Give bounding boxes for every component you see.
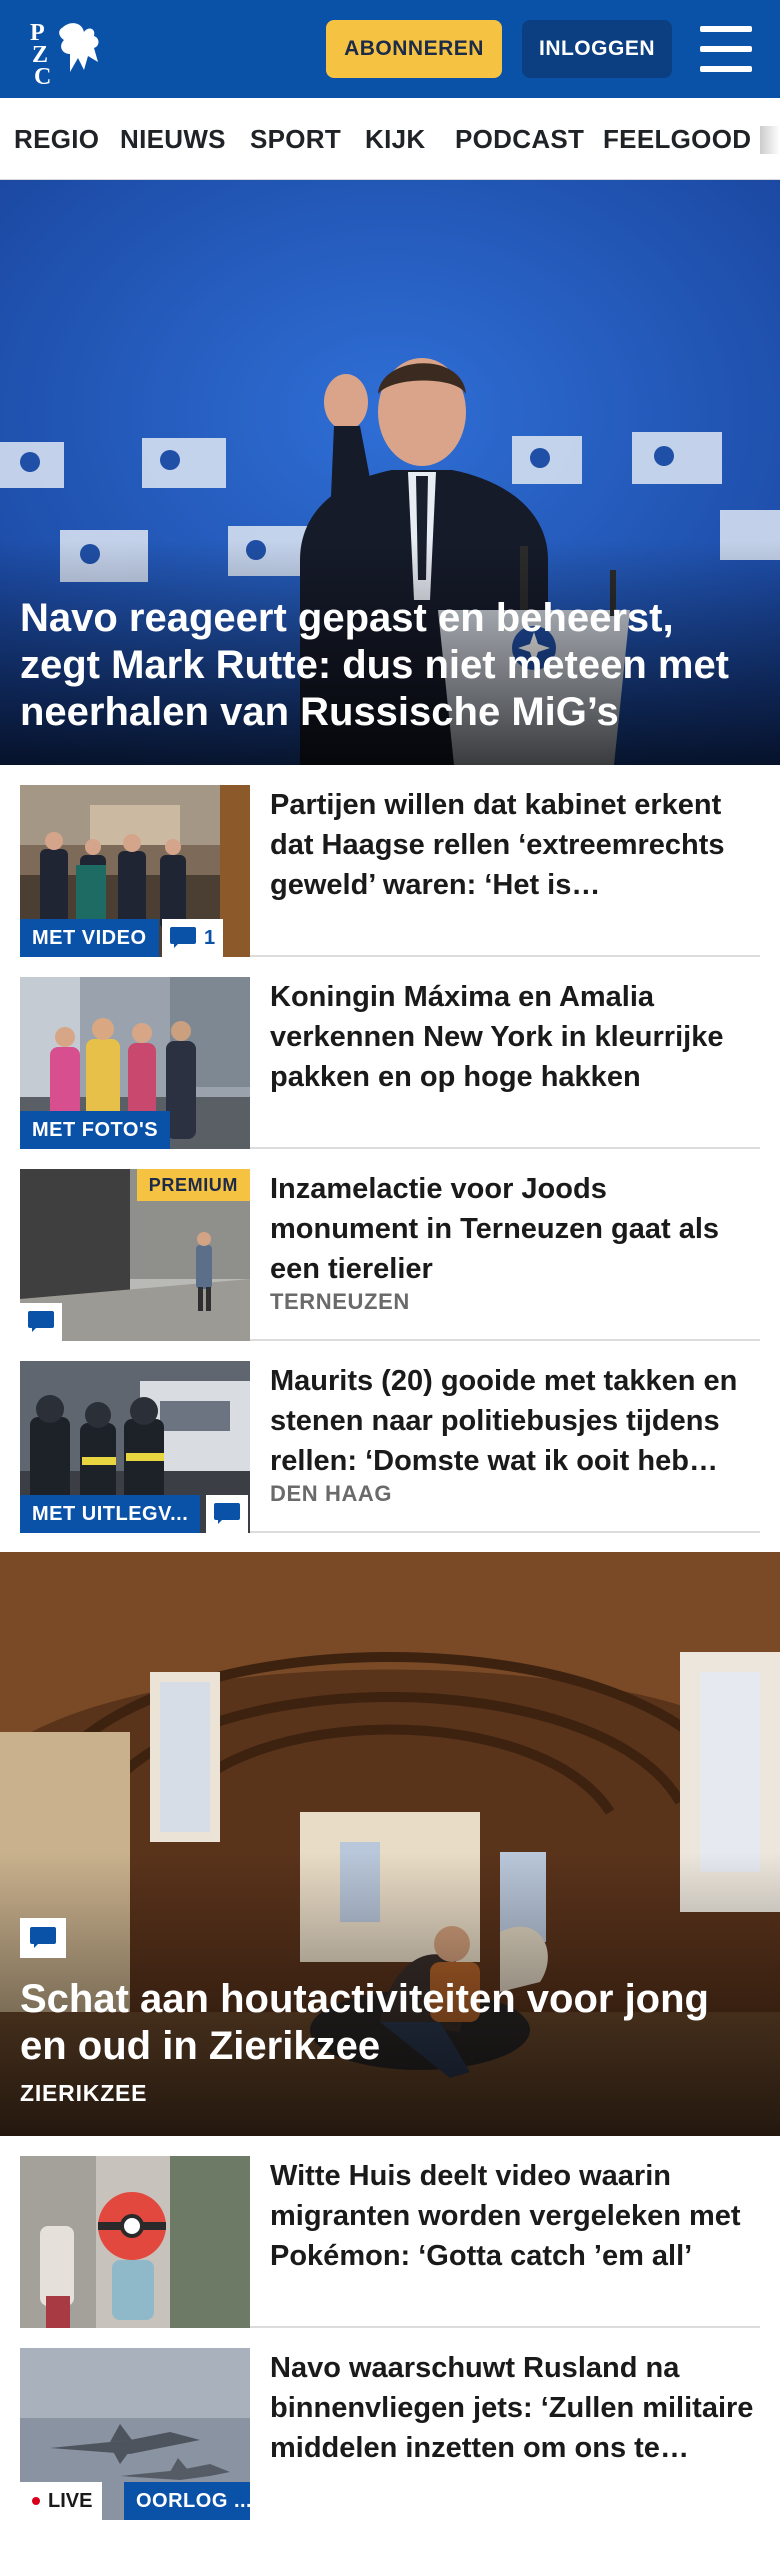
nav-item-podcast[interactable]: PODCAST — [455, 98, 584, 179]
lion-emblem-icon — [59, 23, 99, 72]
comment-icon — [170, 927, 196, 949]
article-item[interactable]: LIVE OORLOG ... Navo waarschuwt Rusland … — [20, 2328, 760, 2520]
article-headline[interactable]: Witte Huis deelt video waarin migranten … — [270, 2156, 756, 2276]
live-badge: LIVE — [20, 2482, 103, 2520]
nav-overflow-fade — [760, 126, 780, 154]
feature-article[interactable]: Schat aan houtactiviteiten voor jong en … — [0, 1552, 780, 2136]
logo-letter-c: C — [34, 64, 51, 86]
article-thumbnail — [20, 2156, 250, 2328]
nav-item-kijk[interactable]: KIJK — [365, 98, 425, 179]
comment-badge — [20, 1303, 62, 1341]
nav-item-sport[interactable]: SPORT — [250, 98, 341, 179]
pzc-logo[interactable]: P Z C — [26, 14, 116, 90]
war-topic-badge: OORLOG ... — [124, 2482, 250, 2520]
article-item[interactable]: MET FOTO'S Koningin Máxima en Amalia ver… — [20, 957, 760, 1149]
article-headline[interactable]: Navo waarschuwt Rusland na binnenvliegen… — [270, 2348, 756, 2468]
feature-location: ZIERIKZEE — [20, 2080, 148, 2106]
article-headline[interactable]: Inzamelactie voor Joods monument in Tern… — [270, 1169, 756, 1289]
menu-icon-bar — [700, 26, 752, 32]
explainer-badge: MET UITLEGV... — [20, 1495, 201, 1533]
hero-headline[interactable]: Navo reageert gepast en beheerst, zegt M… — [20, 595, 760, 736]
article-item[interactable]: MET VIDEO 1 Partijen willen dat kabinet … — [20, 765, 760, 957]
article-thumbnail: PREMIUM — [20, 1169, 250, 1341]
nav-item-regio[interactable]: REGIO — [14, 98, 99, 179]
article-item[interactable]: MET UITLEGV... Maurits (20) gooide met t… — [20, 1341, 760, 1533]
comment-count-badge: 1 — [162, 919, 224, 957]
article-item[interactable]: PREMIUM Inzamelactie voor Joods monument… — [20, 1149, 760, 1341]
comment-icon — [214, 1503, 240, 1525]
article-headline[interactable]: Koningin Máxima en Amalia verkennen New … — [270, 977, 756, 1097]
top-bar: P Z C ABONNEREN INLOGGEN — [0, 0, 780, 98]
subscribe-button[interactable]: ABONNEREN — [326, 20, 502, 78]
photos-badge: MET FOTO'S — [20, 1111, 171, 1149]
premium-badge: PREMIUM — [136, 1169, 250, 1201]
article-thumbnail: MET FOTO'S — [20, 977, 250, 1149]
section-nav: REGIO NIEUWS SPORT KIJK PODCAST FEELGOOD — [0, 98, 780, 180]
feature-headline[interactable]: Schat aan houtactiviteiten voor jong en … — [20, 1976, 760, 2070]
logo-mark: P Z C — [30, 20, 99, 90]
nav-item-feelgood[interactable]: FEELGOOD — [603, 98, 751, 179]
article-thumbnail: MET VIDEO 1 — [20, 785, 250, 957]
login-button[interactable]: INLOGGEN — [522, 20, 672, 78]
live-dot-icon — [32, 2497, 40, 2505]
article-headline[interactable]: Maurits (20) gooide met takken en stenen… — [270, 1361, 756, 1481]
article-thumbnail: MET UITLEGV... — [20, 1361, 250, 1533]
menu-icon[interactable] — [700, 26, 752, 72]
nav-item-nieuws[interactable]: NIEUWS — [120, 98, 226, 179]
article-item[interactable]: Witte Huis deelt video waarin migranten … — [20, 2136, 760, 2328]
hero-article[interactable]: Navo reageert gepast en beheerst, zegt M… — [0, 180, 780, 765]
article-location: TERNEUZEN — [270, 1289, 410, 1314]
article-thumbnail: LIVE OORLOG ... — [20, 2348, 250, 2520]
menu-icon-bar — [700, 46, 752, 52]
video-badge: MET VIDEO — [20, 919, 159, 957]
comment-badge — [20, 1918, 66, 1958]
live-label: LIVE — [48, 2490, 93, 2512]
article-headline[interactable]: Partijen willen dat kabinet erkent dat H… — [270, 785, 756, 905]
article-location: DEN HAAG — [270, 1481, 393, 1506]
comment-icon — [30, 1927, 56, 1949]
comment-badge — [206, 1495, 248, 1533]
menu-icon-bar — [700, 66, 752, 72]
pokemon-video-still — [20, 2156, 250, 2328]
comment-icon — [28, 1311, 54, 1333]
comment-count: 1 — [204, 927, 216, 949]
